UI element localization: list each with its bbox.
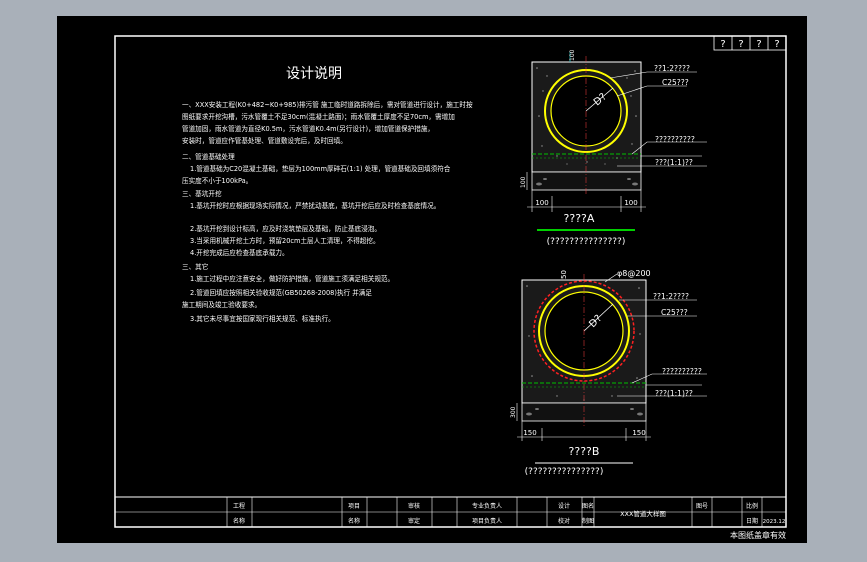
tb-cell: 审定 [408,517,420,525]
tb-drawing-name: XXX管道大样图 [620,509,666,518]
dim-bottom-left-label: 100 [535,199,548,207]
label-concrete: C25??? [661,308,688,317]
tb-cell: 项目 [348,503,360,510]
section-b-title: ????B [569,445,600,458]
tb-cell: 日期 [746,517,758,525]
label-gravel: ???(1:1)?? [655,389,693,398]
dim-bottom-right-label: 100 [624,199,637,207]
label-mortar: ??1:2???? [654,64,690,73]
tb-date: 2023.12 [763,519,786,525]
tb-cell: 校对 [558,517,570,525]
section-a-subtitle: (???????????????) [547,237,626,247]
note-line: 二、管道基础处理 [182,152,235,161]
tb-cell: 设计 [558,502,570,510]
section-b-subtitle: (???????????????) [525,467,604,477]
note-line: 3.当采用机械开挖土方时，预留20cm土层人工清理，不得超挖。 [190,236,380,245]
corner-mark: ? [720,39,725,50]
tb-cell: 名称 [233,517,245,525]
corner-mark: ? [774,39,779,50]
note-line: 管道加固，雨水管道为直径K0.5m，污水管道K0.4m(另行设计)，增加管道保护… [182,124,434,133]
note-line: 1.基坑开挖时应根据现场实际情况，严禁扰动基底，基坑开挖后应及时检查基底情况。 [190,201,440,210]
dim-side-label: 300 [510,406,517,418]
tb-cell: 工程 [233,502,245,510]
note-line: 2.基坑开挖到设计标高，应及时浇筑垫层及基础，防止基底浸泡。 [190,224,381,233]
note-line: 2.管道回填应按照相关验收规范(GB50268-2008)执行 并满足 [190,288,372,297]
note-line: 安装时，管道应作管基处理、管道敷设完后，及时回填。 [182,136,347,145]
dim-top-label: 100 [569,49,576,61]
note-line: 三、基坑开挖 [182,189,222,198]
label-concrete: C25??? [662,78,689,87]
section-a: D? 100 100 100 100 ??1:2???? C25??? ????… [520,49,707,247]
corner-mark: ? [738,39,743,50]
note-line: 1.管道基础为C20混凝土基础，垫层为100mm厚碎石(1:1) 处理，管道基础… [190,164,451,173]
gravel-bedding [531,171,642,191]
drawing-sheet[interactable]: ? ? ? ? 设计说明 一、XXX安装工程(K0+482~K0+985)排污管… [57,16,807,543]
tb-cell: 项目负责人 [472,517,502,525]
dim-bottom-right-label: 150 [632,429,645,437]
dim-top-right-label: φ8@200 [617,269,651,278]
title-block: 工程 名称 项目 名称 审核 审定 专业负责人 项目负责人 设计 校对 图名 制… [114,496,787,528]
corner-marks: ? ? ? ? [713,35,787,51]
drawing-title: 设计说明 [286,66,342,82]
dim-top-left-label: 50 [560,270,568,279]
dim-side-label: 100 [520,176,527,188]
note-line: 1.施工过程中应注意安全，做好防护措施，管道施工须满足相关规范。 [190,274,394,283]
tb-cell: 图号 [696,503,708,510]
note-line: 图纸要求开挖沟槽，污水管覆土不足30cm(混凝土路面)；雨水管覆土厚度不足70c… [182,112,455,121]
note-line: 4.开挖完成后应检查基底承载力。 [190,248,289,257]
dim-bottom-left-label: 150 [523,429,536,437]
tb-cell: 比例 [746,502,758,510]
label-mortar: ??1:2???? [653,292,689,301]
tb-cell: 名称 [348,517,360,525]
note-line: 一、XXX安装工程(K0+482~K0+985)排污管 施工临时道路拆除后，需对… [182,100,473,109]
note-line: 3.其它未尽事宜按国家现行相关规范、标准执行。 [190,314,335,323]
note-line: 压实度不小于100kPa。 [182,176,252,185]
design-notes: 一、XXX安装工程(K0+482~K0+985)排污管 施工临时道路拆除后，需对… [182,100,473,323]
tb-cell: 审核 [408,502,420,510]
section-a-title: ????A [564,212,595,225]
corner-mark: ? [756,39,761,50]
label-base: ?????????? [655,135,695,144]
tb-cell: 图名 [582,502,594,510]
label-base: ?????????? [662,367,702,376]
section-b: D? 50 φ8@200 300 150 150 ??1:2???? C25??… [510,269,707,477]
tb-cell: 制图 [582,517,594,525]
cad-drawing: ? ? ? ? 设计说明 一、XXX安装工程(K0+482~K0+985)排污管… [114,35,787,540]
note-line: 施工期间及竣工验收要求。 [182,300,261,309]
label-gravel: ???(1:1)?? [655,158,693,167]
cad-viewport[interactable]: ? ? ? ? 设计说明 一、XXX安装工程(K0+482~K0+985)排污管… [0,0,867,562]
tb-cell: 专业负责人 [472,502,502,510]
note-line: 三、其它 [182,262,208,271]
footer-stamp: 本图纸盖章有效 [730,530,786,540]
